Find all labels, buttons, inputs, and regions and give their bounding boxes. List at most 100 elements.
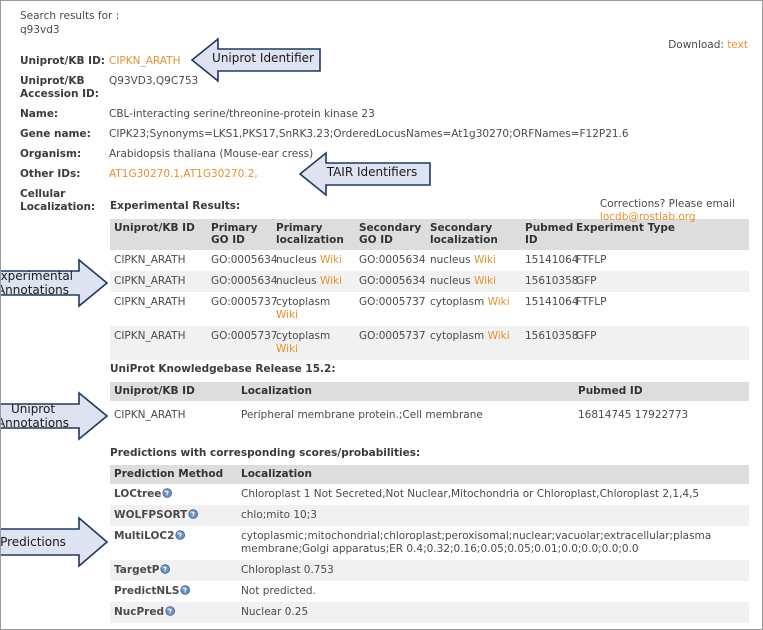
prediction-method-name: TargetP bbox=[114, 563, 160, 576]
corrections-email-link[interactable]: locdb@rostlab.org bbox=[600, 211, 696, 223]
callout-experimental-annotations: Experimental Annotations bbox=[0, 257, 109, 309]
col-pubmed-id: Pubmed ID bbox=[521, 218, 573, 250]
help-icon[interactable]: ? bbox=[180, 584, 191, 596]
wiki-link[interactable]: Wiki bbox=[276, 343, 298, 355]
svg-text:?: ? bbox=[166, 490, 170, 497]
info-row-name: Name: CBL-interacting serine/threonine-p… bbox=[20, 108, 720, 121]
cell-experiment-type: FTFLP bbox=[572, 249, 749, 271]
table-row: CIPKN_ARATH GO:0005634 nucleus Wiki GO:0… bbox=[110, 249, 749, 271]
callout-label: TAIR Identifiers bbox=[326, 165, 418, 179]
cell-experiment-type: GFP bbox=[572, 325, 749, 360]
svg-text:?: ? bbox=[164, 566, 168, 573]
cell-pubmed-id[interactable]: 15610358 bbox=[521, 325, 578, 360]
cell-localization: Not predicted. bbox=[237, 580, 749, 602]
table-header-row: Uniprot/KB ID Localization Pubmed ID bbox=[110, 381, 749, 401]
info-key: Name: bbox=[20, 108, 59, 120]
col-primary-localization: Primary localization bbox=[272, 218, 355, 250]
col-prediction-method: Prediction Method bbox=[110, 464, 237, 484]
help-icon[interactable]: ? bbox=[188, 508, 199, 520]
cell-prediction-method: NucPred? bbox=[110, 601, 237, 623]
info-row-uniprot-kb-id: Uniprot/KB ID: CIPKN_ARATH bbox=[20, 55, 720, 68]
wiki-link[interactable]: Wiki bbox=[488, 296, 510, 308]
cell-secondary-localization: nucleus Wiki bbox=[426, 270, 521, 292]
table-row: TargetP? Chloroplast 0.753 bbox=[110, 559, 749, 581]
svg-text:?: ? bbox=[184, 587, 188, 594]
cell-primary-go-id[interactable]: GO:0005634 bbox=[207, 249, 278, 271]
callout-label: Experimental Annotations bbox=[0, 269, 74, 297]
cell-prediction-method: TargetP? bbox=[110, 559, 237, 581]
cell-primary-go-id[interactable]: GO:0005634 bbox=[207, 270, 278, 292]
primary-loc-text: cytoplasm bbox=[276, 295, 331, 308]
cell-localization: Nuclear 0.25 bbox=[237, 601, 749, 623]
experimental-results-table: Uniprot/KB ID Primary GO ID Primary loca… bbox=[110, 218, 749, 360]
cell-secondary-go-id[interactable]: GO:0005737 bbox=[355, 291, 426, 326]
download-row: Download: text bbox=[668, 39, 748, 51]
cell-primary-localization: cytoplasm Wiki bbox=[272, 325, 355, 360]
cell-secondary-localization: nucleus Wiki bbox=[426, 249, 521, 271]
uniprot-knowledgebase-section: UniProt Knowledgebase Release 15.2: Unip… bbox=[110, 363, 749, 426]
cell-uniprot-kb-id: CIPKN_ARATH bbox=[110, 270, 207, 292]
cell-prediction-method: WOLFPSORT? bbox=[110, 504, 237, 526]
info-value-accession-id: Q93VD3,Q9C753 bbox=[109, 75, 199, 87]
wiki-link[interactable]: Wiki bbox=[474, 275, 496, 287]
help-icon[interactable]: ? bbox=[175, 529, 186, 541]
cell-pubmed-id[interactable]: 16814745 17922773 bbox=[574, 400, 749, 426]
secondary-loc-text: cytoplasm bbox=[430, 295, 485, 308]
table-header-row: Prediction Method Localization bbox=[110, 464, 749, 484]
cell-secondary-go-id[interactable]: GO:0005634 bbox=[355, 249, 426, 271]
help-icon[interactable]: ? bbox=[162, 487, 173, 499]
wiki-link[interactable]: Wiki bbox=[488, 330, 510, 342]
cell-pubmed-id[interactable]: 15141064 bbox=[521, 249, 578, 271]
search-results-label: Search results for : bbox=[20, 10, 120, 22]
predictions-section: Predictions with corresponding scores/pr… bbox=[110, 447, 749, 623]
cell-secondary-go-id[interactable]: GO:0005634 bbox=[355, 270, 426, 292]
info-key: Other IDs: bbox=[20, 168, 81, 180]
col-localization: Localization bbox=[237, 381, 574, 401]
col-uniprot-kb-id: Uniprot/KB ID bbox=[110, 381, 237, 401]
wiki-link[interactable]: Wiki bbox=[276, 309, 298, 321]
info-row-accession-id: Uniprot/KB Accession ID: Q93VD3,Q9C753 bbox=[20, 75, 720, 101]
primary-loc-text: nucleus bbox=[276, 274, 317, 287]
cell-localization: Chloroplast 0.753 bbox=[237, 559, 749, 581]
cell-primary-go-id[interactable]: GO:0005737 bbox=[207, 291, 278, 326]
info-key: Gene name: bbox=[20, 128, 91, 140]
col-secondary-localization: Secondary localization bbox=[426, 218, 521, 250]
cell-secondary-localization: cytoplasm Wiki bbox=[426, 325, 521, 360]
cell-pubmed-id[interactable]: 15610358 bbox=[521, 270, 578, 292]
callout-predictions: Predictions bbox=[0, 516, 109, 568]
help-icon[interactable]: ? bbox=[165, 605, 176, 617]
search-results-header: Search results for : q93vd3 bbox=[20, 9, 119, 37]
table-row: CIPKN_ARATH Peripheral membrane protein.… bbox=[110, 400, 749, 426]
info-value-uniprot-kb-id[interactable]: CIPKN_ARATH bbox=[109, 55, 180, 68]
download-label: Download: bbox=[668, 39, 724, 51]
search-query-text: q93vd3 bbox=[20, 24, 60, 36]
wiki-link[interactable]: Wiki bbox=[474, 254, 496, 266]
primary-loc-text: nucleus bbox=[276, 253, 317, 266]
cell-localization: chlo;mito 10;3 bbox=[237, 504, 749, 526]
table-row: CIPKN_ARATH GO:0005737 cytoplasm Wiki GO… bbox=[110, 291, 749, 326]
download-text-link[interactable]: text bbox=[727, 39, 748, 51]
prediction-method-name: PredictNLS bbox=[114, 584, 180, 597]
callout-label: Uniprot Annotations bbox=[0, 402, 70, 430]
cell-secondary-go-id[interactable]: GO:0005737 bbox=[355, 325, 426, 360]
wiki-link[interactable]: Wiki bbox=[320, 275, 342, 287]
svg-text:?: ? bbox=[168, 608, 172, 615]
table-row: NucPred? Nuclear 0.25 bbox=[110, 601, 749, 623]
uniprot-kb-title: UniProt Knowledgebase Release 15.2: bbox=[110, 363, 336, 375]
wiki-link[interactable]: Wiki bbox=[320, 254, 342, 266]
locdb-search-results-page: Search results for : q93vd3 Download: te… bbox=[0, 0, 763, 630]
help-icon[interactable]: ? bbox=[160, 563, 171, 575]
uniprot-kb-table: Uniprot/KB ID Localization Pubmed ID CIP… bbox=[110, 381, 749, 426]
cell-localization: Chloroplast 1 Not Secreted,Not Nuclear,M… bbox=[237, 483, 749, 505]
cell-prediction-method: PredictNLS? bbox=[110, 580, 237, 602]
experimental-results-title: Experimental Results: bbox=[110, 200, 290, 213]
prediction-method-name: LOCtree bbox=[114, 487, 162, 500]
prediction-method-name: MultiLOC2 bbox=[114, 529, 175, 542]
callout-label: Predictions bbox=[0, 535, 66, 549]
info-value-other-ids[interactable]: AT1G30270.1,AT1G30270.2, bbox=[109, 168, 258, 181]
col-secondary-go-id: Secondary GO ID bbox=[355, 218, 426, 250]
cell-pubmed-id[interactable]: 15141064 bbox=[521, 291, 578, 326]
col-pubmed-id: Pubmed ID bbox=[574, 381, 749, 401]
experimental-results-section: Experimental Results: Corrections? Pleas… bbox=[110, 198, 749, 360]
cell-primary-go-id[interactable]: GO:0005737 bbox=[207, 325, 278, 360]
